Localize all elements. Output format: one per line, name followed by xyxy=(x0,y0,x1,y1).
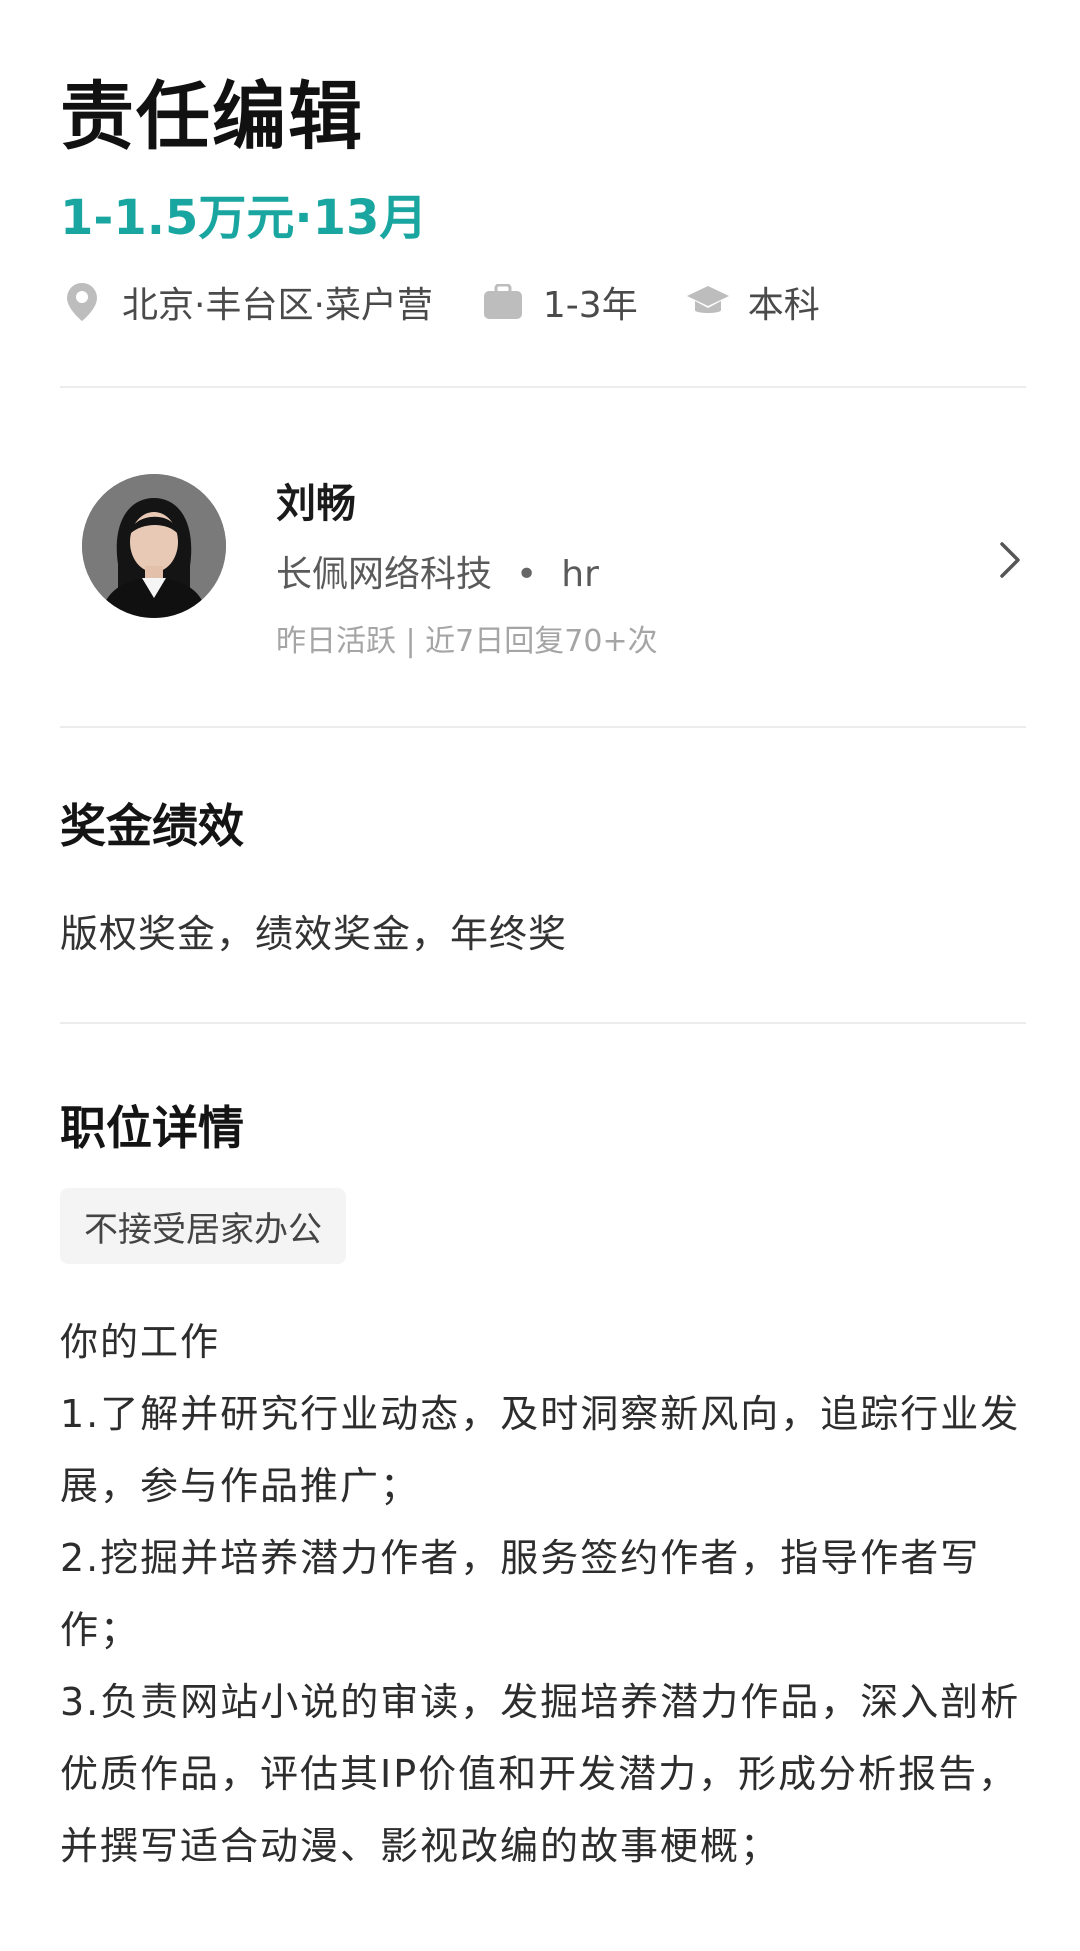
graduation-cap-icon xyxy=(686,280,730,324)
bonus-heading: 奖金绩效 xyxy=(60,799,244,853)
experience-item: 1-3年 xyxy=(481,276,638,328)
education-text: 本科 xyxy=(747,285,820,326)
recruiter-company: 长佩网络科技 xyxy=(276,554,493,595)
recruiter-card[interactable]: 刘畅 长佩网络科技 • hr 昨日活跃 | 近7日回复70+次 xyxy=(60,470,1026,659)
education-item: 本科 xyxy=(686,276,820,328)
briefcase-icon xyxy=(481,280,525,324)
job-title: 责任编辑 xyxy=(60,74,364,160)
description-line: 你的工作 xyxy=(60,1320,221,1364)
job-description: 你的工作 1.了解并研究行业动态，及时洞察新风向，追踪行业发展，参与作品推广； … xyxy=(60,1306,1026,1882)
details-heading: 职位详情 xyxy=(60,1101,244,1155)
location-pin-icon xyxy=(60,280,104,324)
recruiter-role: hr xyxy=(561,554,599,595)
separator-dot: • xyxy=(516,554,538,595)
recruiter-name: 刘畅 xyxy=(276,481,356,527)
divider xyxy=(60,1022,1026,1024)
salary: 1-1.5万元·13月 xyxy=(60,190,428,246)
description-line: 1.了解并研究行业动态，及时洞察新风向，追踪行业发展，参与作品推广； xyxy=(60,1392,1021,1508)
recruiter-company-line: 长佩网络科技 • hr xyxy=(276,552,599,598)
chevron-right-icon[interactable] xyxy=(994,538,1026,582)
divider xyxy=(60,726,1026,728)
job-meta-row: 北京·丰台区·菜户营 1-3年 本科 xyxy=(60,274,868,330)
work-mode-tag: 不接受居家办公 xyxy=(60,1188,346,1264)
avatar[interactable] xyxy=(82,474,226,618)
location-text: 北京·丰台区·菜户营 xyxy=(122,285,433,326)
location-item[interactable]: 北京·丰台区·菜户营 xyxy=(60,276,433,328)
description-line: 2.挖掘并培养潜力作者，服务签约作者，指导作者写作； xyxy=(60,1536,981,1652)
experience-text: 1-3年 xyxy=(542,285,638,326)
description-line: 3.负责网站小说的审读，发掘培养潜力作品，深入剖析优质作品，评估其IP价值和开发… xyxy=(60,1680,1021,1868)
divider xyxy=(60,386,1026,388)
bonus-text: 版权奖金，绩效奖金，年终奖 xyxy=(60,912,568,956)
recruiter-activity: 昨日活跃 | 近7日回复70+次 xyxy=(276,624,658,659)
